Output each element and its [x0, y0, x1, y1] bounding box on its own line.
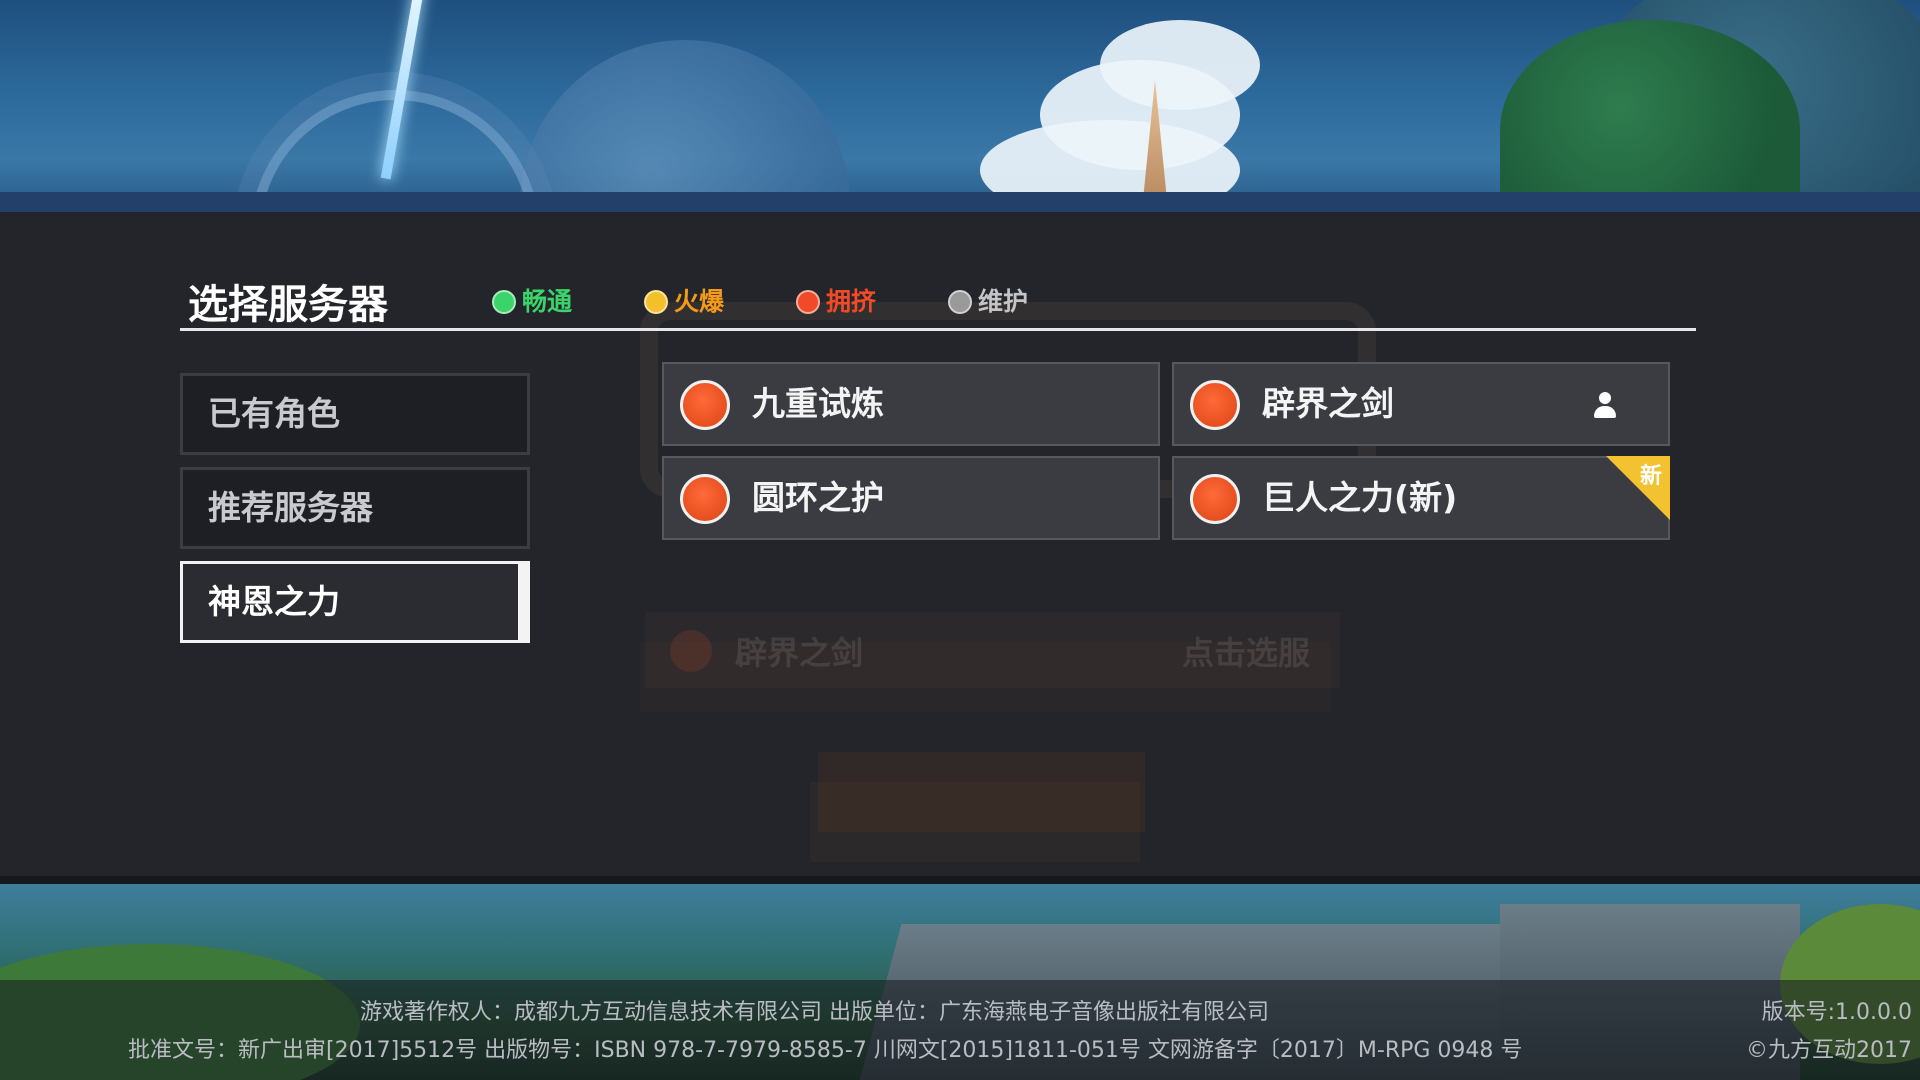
legend-label: 维护: [978, 287, 1029, 316]
header-strip: [0, 192, 1920, 212]
moon-decoration: [520, 40, 850, 212]
footer: 游戏著作权人：成都九方互动信息技术有限公司 出版单位：广东海燕电子音像出版社有限…: [0, 980, 1920, 1080]
new-badge-label: 新: [1639, 464, 1662, 489]
copyright-notice: ©九方互动2017: [1746, 1038, 1912, 1063]
page-title: 选择服务器: [188, 282, 388, 328]
cloud-decoration: [1100, 20, 1260, 110]
server-card[interactable]: 巨人之力(新) 新: [1172, 456, 1670, 540]
status-dot-icon: [680, 380, 730, 430]
server-name: 圆环之护: [752, 478, 884, 517]
version-number: 版本号:1.0.0.0: [1761, 1000, 1912, 1025]
status-dot-icon: [670, 630, 712, 672]
server-card[interactable]: 辟界之剑: [1172, 362, 1670, 446]
status-dot-icon: [1190, 380, 1240, 430]
server-card[interactable]: 圆环之护: [662, 456, 1160, 540]
server-name: 九重试炼: [752, 384, 884, 423]
recent-server-ghost: 辟界之剑 点击选服: [645, 612, 1340, 688]
copyright-line: 游戏著作权人：成都九方互动信息技术有限公司 出版单位：广东海燕电子音像出版社有限…: [360, 1000, 1269, 1025]
tab-recommended-servers[interactable]: 推荐服务器: [180, 467, 530, 549]
confirm-button-ghost: [818, 752, 1145, 832]
server-card[interactable]: 九重试炼: [662, 362, 1160, 446]
panel-header: 选择服务器 畅通 火爆 拥挤 维护: [180, 252, 1696, 331]
status-dot-icon: [948, 290, 972, 314]
server-name: 巨人之力(新): [1262, 478, 1458, 517]
license-line: 批准文号：新广出审[2017]5512号 出版物号：ISBN 978-7-797…: [128, 1038, 1523, 1063]
tab-divine-grace[interactable]: 神恩之力: [180, 561, 530, 643]
status-dot-icon: [644, 290, 668, 314]
status-dot-icon: [1190, 474, 1240, 524]
legend-crowded: 拥挤: [796, 288, 876, 316]
tab-existing-roles[interactable]: 已有角色: [180, 373, 530, 455]
status-dot-icon: [796, 290, 820, 314]
server-select-panel: 选择服务器 畅通 火爆 拥挤 维护 已有角色 推荐服务器 神恩之力 辟界之剑 点…: [0, 212, 1920, 884]
recent-server-hint: 点击选服: [1181, 634, 1310, 672]
legend-label: 畅通: [522, 287, 573, 316]
legend-maintenance: 维护: [948, 288, 1028, 316]
status-dot-icon: [492, 290, 516, 314]
user-icon: [1592, 392, 1618, 420]
legend-hot: 火爆: [644, 288, 724, 316]
legend-label: 火爆: [674, 287, 725, 316]
status-dot-icon: [680, 474, 730, 524]
recent-server-name: 辟界之剑: [735, 634, 864, 672]
background-sky: [0, 0, 1920, 212]
legend-smooth: 畅通: [492, 288, 572, 316]
server-name: 辟界之剑: [1262, 384, 1394, 423]
legend-label: 拥挤: [826, 287, 877, 316]
